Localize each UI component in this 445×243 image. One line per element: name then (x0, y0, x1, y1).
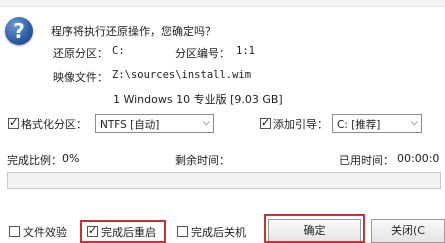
verify-label: 文件效验 (23, 226, 67, 239)
reboot-label: 完成后重启 (101, 226, 156, 239)
chevron-down-icon: ⌵ (202, 117, 210, 128)
format-label: 格式化分区： (21, 118, 87, 131)
shutdown-checkbox[interactable] (177, 226, 188, 237)
format-select[interactable]: NTFS [自动] ⌵ (95, 114, 214, 133)
window-top-edge (0, 0, 445, 7)
partition-number-label: 分区编号： (175, 47, 230, 60)
remaining-label: 剩余时间： (175, 154, 230, 167)
boot-select-value: C: [推荐] (337, 119, 381, 131)
close-button[interactable]: 关闭(C (371, 219, 445, 243)
format-checkbox[interactable] (8, 116, 19, 129)
progress-bar (7, 172, 441, 189)
question-icon: ? (5, 17, 33, 45)
partition-number-value: 1:1 (236, 45, 255, 57)
shutdown-label: 完成后关机 (191, 226, 246, 239)
elapsed-label: 已用时间： (339, 154, 394, 167)
boot-checkbox[interactable] (260, 116, 271, 129)
reboot-checkbox[interactable] (87, 224, 98, 237)
image-file-value: Z:\sources\install.wim (112, 69, 252, 81)
boot-label: 添加引导： (273, 118, 328, 131)
confirm-message: 程序将执行还原操作，您确定吗？ (51, 25, 216, 38)
elapsed-value: 00:00:0 (397, 152, 440, 165)
boot-select[interactable]: C: [推荐] ⌵ (332, 114, 422, 133)
ok-highlight (264, 214, 365, 243)
format-select-value: NTFS [自动] (100, 119, 160, 131)
restore-partition-value: C: (112, 45, 125, 57)
chevron-down-icon: ⌵ (410, 117, 418, 128)
image-file-label: 映像文件： (53, 71, 108, 84)
ratio-value: 0% (62, 152, 80, 165)
image-info: 1 Windows 10 专业版 [9.03 GB] (113, 93, 283, 106)
verify-checkbox[interactable] (9, 226, 20, 237)
restore-partition-label: 还原分区： (53, 47, 108, 60)
ratio-label: 完成比例： (7, 154, 62, 167)
